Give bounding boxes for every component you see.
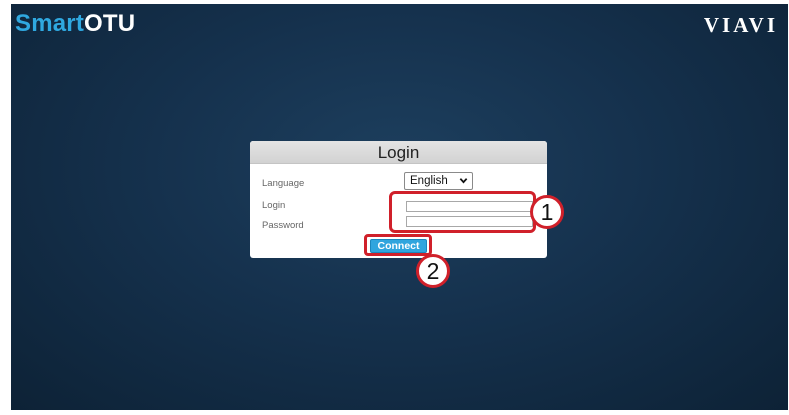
app-logo: SmartOTU bbox=[15, 10, 135, 38]
callout-number-2: 2 bbox=[416, 254, 450, 288]
callout-number-1: 1 bbox=[530, 195, 564, 229]
callout-box-credentials bbox=[389, 191, 536, 233]
login-title: Login bbox=[250, 141, 547, 164]
brand-suffix: OTU bbox=[84, 10, 136, 37]
language-value: English bbox=[410, 175, 448, 187]
app-screen: SmartOTU VIAVI Login Language English Lo… bbox=[11, 4, 788, 410]
password-label: Password bbox=[262, 220, 304, 231]
vendor-logo: VIAVI bbox=[703, 13, 778, 37]
brand-prefix: Smart bbox=[15, 10, 85, 37]
callout-box-connect bbox=[364, 234, 432, 256]
chevron-down-icon bbox=[459, 178, 468, 184]
language-select[interactable]: English bbox=[404, 172, 473, 190]
language-label: Language bbox=[262, 178, 305, 189]
login-label: Login bbox=[262, 200, 286, 211]
